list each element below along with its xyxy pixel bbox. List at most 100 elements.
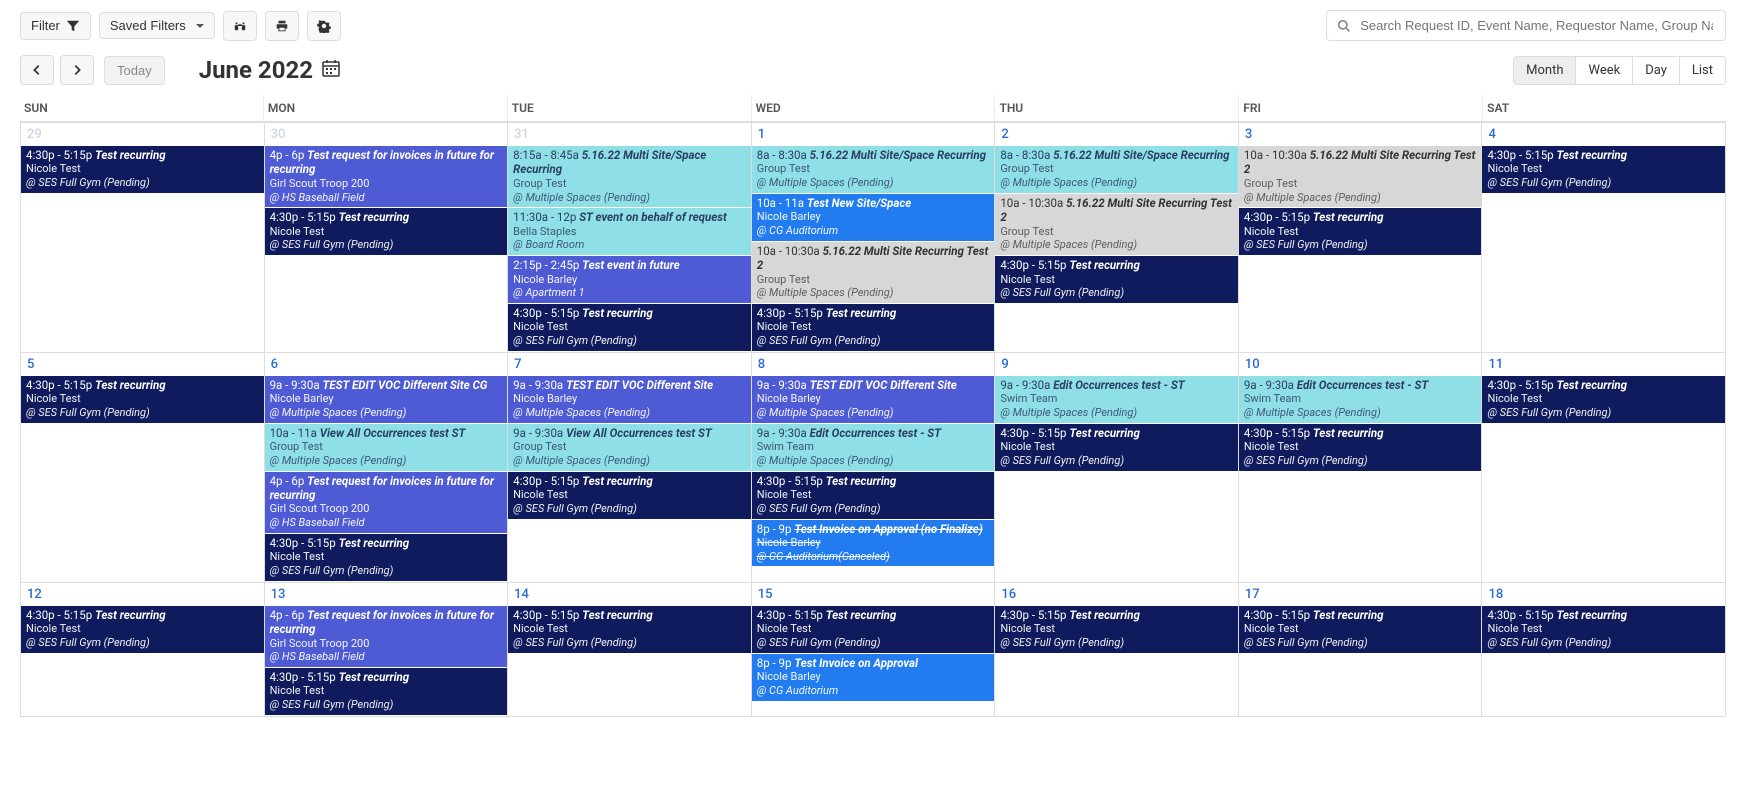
calendar-header: Today June 2022 Month Week Day List [20, 55, 1726, 85]
calendar-day[interactable]: 184:30p - 5:15p Test recurringNicole Tes… [1482, 583, 1725, 716]
calendar-event[interactable]: 10a - 10:30a 5.16.22 Multi Site Recurrin… [1239, 146, 1482, 207]
calendar-event[interactable]: 4:30p - 5:15p Test recurringNicole Test@… [508, 606, 751, 653]
event-location: @ SES Full Gym (Pending) [1000, 286, 1233, 300]
event-location: @ SES Full Gym (Pending) [757, 502, 990, 516]
calendar-event[interactable]: 2:15p - 2:45p Test event in futureNicole… [508, 256, 751, 303]
calendar-event[interactable]: 9a - 9:30a Edit Occurrences test - STSwi… [1239, 376, 1482, 423]
calendar-event[interactable]: 9a - 9:30a TEST EDIT VOC Different SiteN… [508, 376, 751, 423]
calendar-day[interactable]: 144:30p - 5:15p Test recurringNicole Tes… [508, 583, 752, 716]
calendar-event[interactable]: 4:30p - 5:15p Test recurringNicole Test@… [1482, 376, 1725, 423]
calendar-day[interactable]: 134p - 6p Test request for invoices in f… [265, 583, 509, 716]
event-title: Test recurring [1556, 378, 1627, 392]
event-title: Test New Site/Space [807, 196, 911, 210]
event-location: @ Board Room [513, 238, 746, 252]
event-title: Test recurring [1069, 608, 1140, 622]
calendar-event[interactable]: 4:30p - 5:15p Test recurringNicole Test@… [1482, 606, 1725, 653]
event-group: Nicole Barley [757, 210, 990, 224]
event-title: Test request for invoices in future for … [270, 608, 494, 636]
calendar-event[interactable]: 4:30p - 5:15p Test recurringNicole Test@… [508, 304, 751, 351]
calendar-day[interactable]: 304p - 6p Test request for invoices in f… [265, 123, 509, 352]
calendar-event[interactable]: 4:30p - 5:15p Test recurringNicole Test@… [752, 472, 995, 519]
calendar-event[interactable]: 9a - 9:30a TEST EDIT VOC Different Site … [265, 376, 508, 423]
calendar-day[interactable]: 164:30p - 5:15p Test recurringNicole Tes… [995, 583, 1239, 716]
day-header-wed: WED [752, 95, 996, 121]
view-list[interactable]: List [1679, 57, 1725, 84]
calendar-event[interactable]: 4:30p - 5:15p Test recurringNicole Test@… [1239, 424, 1482, 471]
calendar-day[interactable]: 109a - 9:30a Edit Occurrences test - STS… [1239, 353, 1483, 582]
calendar-day[interactable]: 18a - 8:30a 5.16.22 Multi Site/Space Rec… [752, 123, 996, 352]
search-icon [1337, 19, 1350, 33]
calendar-event[interactable]: 4:30p - 5:15p Test recurringNicole Test@… [1482, 146, 1725, 193]
calendar-event[interactable]: 8a - 8:30a 5.16.22 Multi Site/Space Recu… [752, 146, 995, 193]
view-week[interactable]: Week [1575, 57, 1632, 84]
binoculars-button[interactable] [223, 11, 257, 41]
calendar-day[interactable]: 154:30p - 5:15p Test recurringNicole Tes… [752, 583, 996, 716]
view-day[interactable]: Day [1632, 57, 1679, 84]
calendar-event[interactable]: 4:30p - 5:15p Test recurringNicole Test@… [1239, 208, 1482, 255]
calendar-day[interactable]: 310a - 10:30a 5.16.22 Multi Site Recurri… [1239, 123, 1483, 352]
calendar-event[interactable]: 4:30p - 5:15p Test recurringNicole Test@… [752, 606, 995, 653]
calendar-event[interactable]: 9a - 9:30a TEST EDIT VOC Different SiteN… [752, 376, 995, 423]
calendar-event[interactable]: 9a - 9:30a Edit Occurrences test - STSwi… [752, 424, 995, 471]
calendar-event[interactable]: 8p - 9p Test Invoice on Approval (no Fin… [752, 520, 995, 567]
calendar-event[interactable]: 8:15a - 8:45a 5.16.22 Multi Site/Space R… [508, 146, 751, 207]
filter-button[interactable]: Filter [20, 12, 91, 40]
calendar-event[interactable]: 4:30p - 5:15p Test recurringNicole Test@… [265, 668, 508, 715]
calendar-day[interactable]: 124:30p - 5:15p Test recurringNicole Tes… [21, 583, 265, 716]
calendar-event[interactable]: 4p - 6p Test request for invoices in fut… [265, 472, 508, 533]
calendar-event[interactable]: 4:30p - 5:15p Test recurringNicole Test@… [995, 424, 1238, 471]
calendar-event[interactable]: 10a - 11a View All Occurrences test STGr… [265, 424, 508, 471]
prev-button[interactable] [20, 55, 54, 85]
calendar-event[interactable]: 9a - 9:30a Edit Occurrences test - STSwi… [995, 376, 1238, 423]
event-time: 9a - 9:30a [1000, 378, 1050, 392]
calendar-day[interactable]: 79a - 9:30a TEST EDIT VOC Different Site… [508, 353, 752, 582]
calendar-event[interactable]: 11:30a - 12p ST event on behalf of reque… [508, 208, 751, 255]
calendar-day[interactable]: 114:30p - 5:15p Test recurringNicole Tes… [1482, 353, 1725, 582]
calendar-event[interactable]: 4:30p - 5:15p Test recurringNicole Test@… [21, 606, 264, 653]
calendar-day[interactable]: 318:15a - 8:45a 5.16.22 Multi Site/Space… [508, 123, 752, 352]
calendar-event[interactable]: 8p - 9p Test Invoice on ApprovalNicole B… [752, 654, 995, 701]
calendar-event[interactable]: 4p - 6p Test request for invoices in fut… [265, 146, 508, 207]
event-group: Nicole Barley [513, 273, 746, 287]
saved-filters-button[interactable]: Saved Filters [99, 12, 215, 39]
calendar-day[interactable]: 69a - 9:30a TEST EDIT VOC Different Site… [265, 353, 509, 582]
settings-button[interactable] [307, 11, 341, 41]
event-time: 4:30p - 5:15p [1487, 378, 1553, 392]
search-input[interactable] [1358, 17, 1715, 34]
calendar-event[interactable]: 10a - 11a Test New Site/SpaceNicole Barl… [752, 194, 995, 241]
search-box[interactable] [1326, 10, 1726, 41]
calendar-event[interactable]: 4:30p - 5:15p Test recurringNicole Test@… [508, 472, 751, 519]
calendar-day[interactable]: 174:30p - 5:15p Test recurringNicole Tes… [1239, 583, 1483, 716]
calendar-event[interactable]: 4:30p - 5:15p Test recurringNicole Test@… [21, 376, 264, 423]
calendar-day[interactable]: 89a - 9:30a TEST EDIT VOC Different Site… [752, 353, 996, 582]
calendar-icon [321, 56, 341, 84]
calendar-event[interactable]: 4:30p - 5:15p Test recurringNicole Test@… [21, 146, 264, 193]
event-group: Group Test [1244, 177, 1477, 191]
view-month[interactable]: Month [1514, 57, 1575, 84]
calendar-event[interactable]: 4:30p - 5:15p Test recurringNicole Test@… [995, 256, 1238, 303]
calendar-event[interactable]: 8a - 8:30a 5.16.22 Multi Site/Space Recu… [995, 146, 1238, 193]
calendar-event[interactable]: 10a - 10:30a 5.16.22 Multi Site Recurrin… [752, 242, 995, 303]
filter-icon [66, 19, 80, 33]
day-number: 31 [508, 123, 751, 146]
next-button[interactable] [60, 55, 94, 85]
calendar-event[interactable]: 4:30p - 5:15p Test recurringNicole Test@… [265, 208, 508, 255]
calendar-event[interactable]: 4:30p - 5:15p Test recurringNicole Test@… [265, 534, 508, 581]
event-location: @ SES Full Gym (Pending) [26, 406, 259, 420]
calendar-day[interactable]: 44:30p - 5:15p Test recurringNicole Test… [1482, 123, 1725, 352]
event-location: @ SES Full Gym (Pending) [270, 238, 503, 252]
print-button[interactable] [265, 11, 299, 41]
event-title: Test event in future [582, 258, 679, 272]
event-group: Nicole Test [1244, 225, 1477, 239]
today-button[interactable]: Today [104, 56, 165, 85]
calendar-event[interactable]: 4:30p - 5:15p Test recurringNicole Test@… [995, 606, 1238, 653]
calendar-event[interactable]: 4:30p - 5:15p Test recurringNicole Test@… [1239, 606, 1482, 653]
calendar-day[interactable]: 294:30p - 5:15p Test recurringNicole Tes… [21, 123, 265, 352]
calendar-day[interactable]: 54:30p - 5:15p Test recurringNicole Test… [21, 353, 265, 582]
calendar-event[interactable]: 10a - 10:30a 5.16.22 Multi Site Recurrin… [995, 194, 1238, 255]
calendar-day[interactable]: 99a - 9:30a Edit Occurrences test - STSw… [995, 353, 1239, 582]
calendar-event[interactable]: 4p - 6p Test request for invoices in fut… [265, 606, 508, 667]
calendar-event[interactable]: 9a - 9:30a View All Occurrences test STG… [508, 424, 751, 471]
calendar-event[interactable]: 4:30p - 5:15p Test recurringNicole Test@… [752, 304, 995, 351]
calendar-day[interactable]: 28a - 8:30a 5.16.22 Multi Site/Space Rec… [995, 123, 1239, 352]
